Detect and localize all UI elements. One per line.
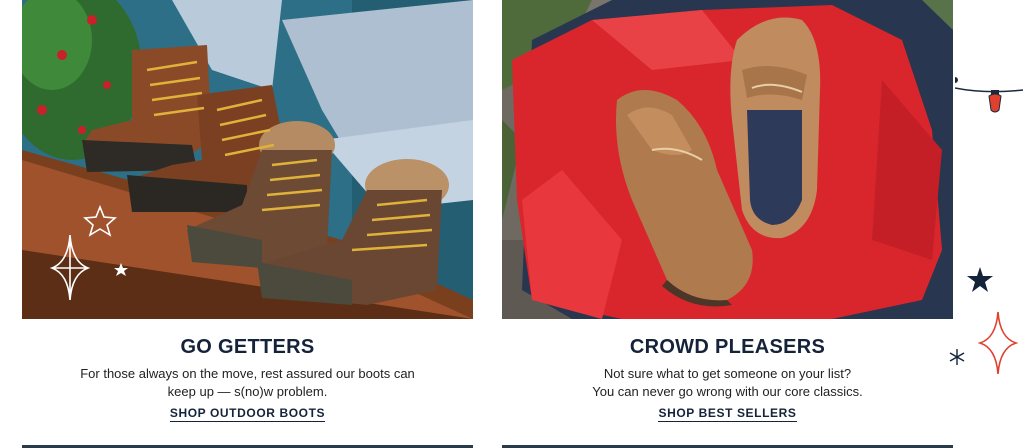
shop-best-sellers-link[interactable]: SHOP BEST SELLERS xyxy=(658,406,797,422)
card-description-line: For those always on the move, rest assur… xyxy=(80,366,415,381)
boots-photo[interactable] xyxy=(22,0,473,319)
card-description-line: You can never go wrong with our core cla… xyxy=(592,384,863,399)
string-light-icon xyxy=(955,77,1023,113)
card-description: For those always on the move, rest assur… xyxy=(22,365,473,401)
card-description: Not sure what to get someone on your lis… xyxy=(502,365,953,401)
card-description-line: keep up — s(no)w problem. xyxy=(167,384,328,399)
boat-shoes-gift-photo[interactable] xyxy=(502,0,953,319)
card-title: GO GETTERS xyxy=(180,336,315,358)
sparkle-icon xyxy=(978,311,1018,375)
card-title: CROWD PLEASERS xyxy=(629,336,826,358)
star-icon xyxy=(967,267,993,292)
card-description-line: Not sure what to get someone on your lis… xyxy=(603,366,852,381)
shop-outdoor-boots-link[interactable]: SHOP OUTDOOR BOOTS xyxy=(169,406,326,422)
snowflake-icon xyxy=(949,349,965,365)
product-card-go-getters: GO GETTERS For those always on the move,… xyxy=(22,0,473,422)
product-card-crowd-pleasers: CROWD PLEASERS Not sure what to get some… xyxy=(502,0,953,422)
